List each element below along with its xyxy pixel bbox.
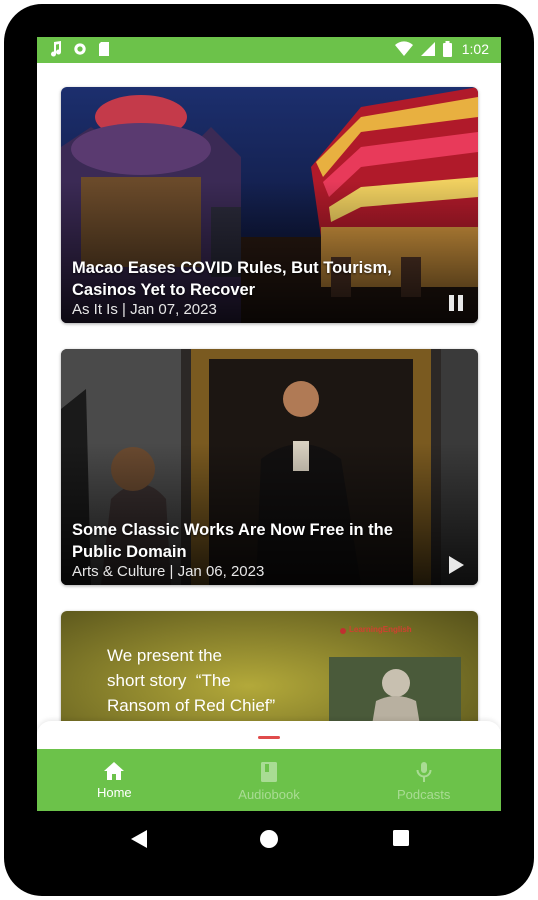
brand-badge: LearningEnglish — [349, 625, 412, 634]
drag-handle[interactable] — [258, 736, 280, 739]
nav-label-home: Home — [96, 785, 132, 800]
microphone-icon — [416, 762, 432, 782]
story-text: We present the short story “The Ransom o… — [107, 643, 275, 718]
system-navigation — [0, 811, 538, 871]
home-icon — [104, 762, 125, 780]
nav-item-audiobook[interactable]: Audiobook — [192, 749, 347, 811]
nav-item-podcasts[interactable]: Podcasts — [346, 749, 501, 811]
notification-icons — [49, 41, 111, 57]
story-line: short story “The — [107, 671, 231, 690]
nav-item-home[interactable]: Home — [37, 749, 192, 811]
article-feed[interactable]: Macao Eases COVID Rules, But Tourism, Ca… — [37, 63, 501, 747]
article-title[interactable]: Some Classic Works Are Now Free in the P… — [72, 519, 428, 563]
pause-icon[interactable] — [446, 293, 466, 313]
recents-icon[interactable] — [392, 829, 410, 847]
system-icons: 1:02 — [394, 41, 489, 57]
signal-icon — [420, 42, 435, 56]
circle-icon — [74, 43, 86, 55]
music-note-icon — [51, 41, 62, 57]
nav-bar: Home Audiobook Podcasts — [37, 749, 501, 811]
article-meta: Arts & Culture | Jan 06, 2023 — [72, 563, 265, 580]
article-card[interactable]: Macao Eases COVID Rules, But Tourism, Ca… — [61, 87, 478, 323]
story-line: Ransom of Red Chief” — [107, 696, 276, 715]
clock: 1:02 — [461, 41, 489, 57]
bottom-navigation: Home Audiobook Podcasts — [37, 721, 501, 811]
play-icon[interactable] — [446, 555, 466, 575]
story-line: We present the — [107, 646, 222, 665]
back-icon[interactable] — [130, 829, 148, 849]
bottom-sheet[interactable] — [37, 721, 501, 751]
book-icon — [261, 762, 277, 782]
app-screen: 1:02 Macao Eases COVID Rules, But Touris… — [37, 37, 501, 811]
nav-label-audiobook: Audiobook — [238, 787, 300, 802]
wifi-icon — [394, 41, 413, 56]
home-button-icon[interactable] — [259, 829, 279, 849]
article-meta: As It Is | Jan 07, 2023 — [72, 301, 217, 318]
article-title[interactable]: Macao Eases COVID Rules, But Tourism, Ca… — [72, 257, 428, 301]
status-bar: 1:02 — [37, 37, 501, 63]
nav-label-podcasts: Podcasts — [396, 787, 451, 802]
article-card[interactable]: Some Classic Works Are Now Free in the P… — [61, 349, 478, 585]
battery-icon — [442, 41, 452, 57]
sd-card-icon — [99, 42, 109, 56]
